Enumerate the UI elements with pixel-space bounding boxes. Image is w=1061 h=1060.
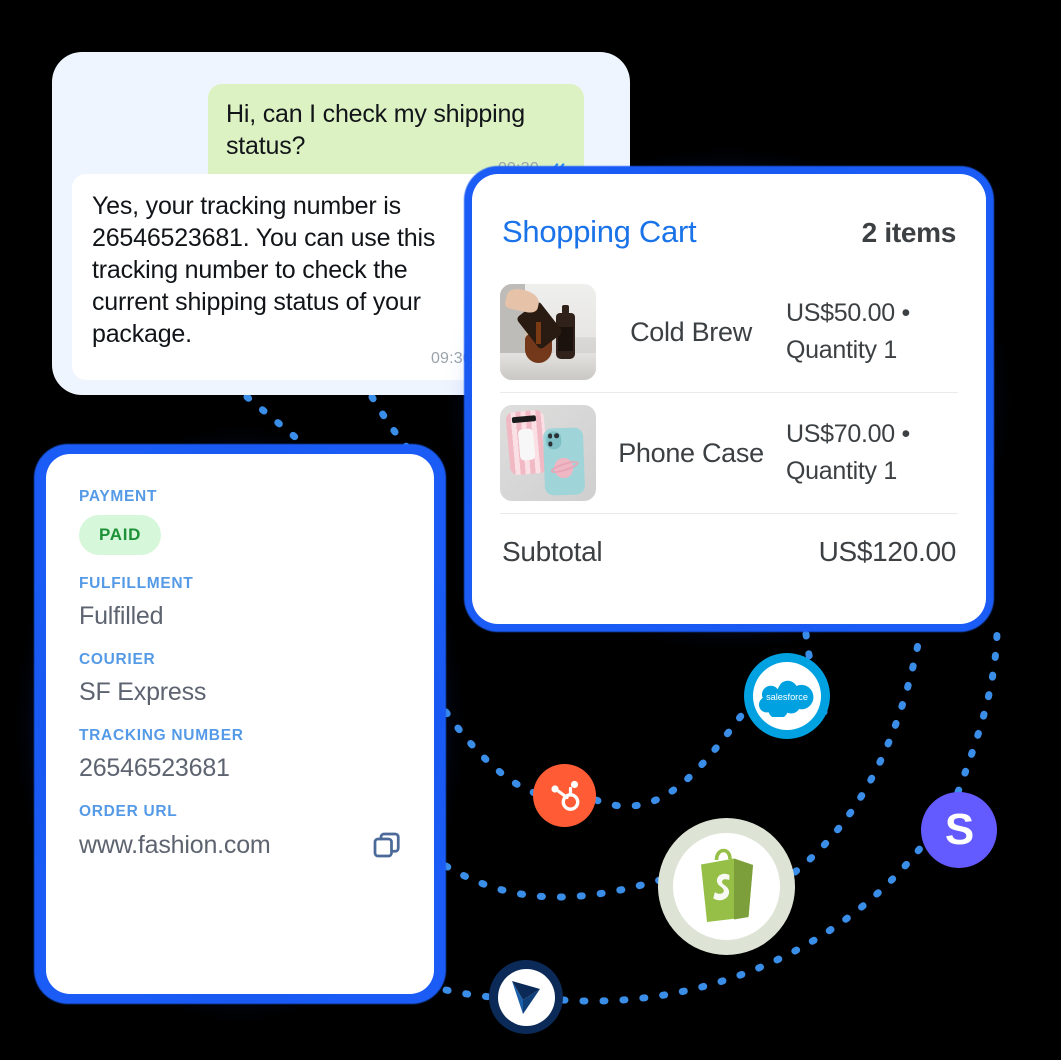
cart-item-price-quantity: US$50.00 • Quantity 1 [786, 295, 958, 369]
cart-item-quantity: Quantity 1 [786, 457, 897, 485]
cart-item-name: Cold Brew [630, 316, 752, 347]
dynamics-icon-wrap [497, 968, 555, 1026]
cart-subtotal-row: Subtotal US$120.00 [500, 514, 958, 568]
order-field-courier: COURIER SF Express [79, 651, 402, 707]
chat-bubble-incoming: Yes, your tracking number is 26546523681… [72, 174, 492, 380]
order-field-order-url: ORDER URL www.fashion.com [79, 803, 402, 860]
integration-badge-salesforce[interactable]: salesforce [744, 653, 830, 739]
stripe-letter-icon: S [944, 805, 974, 854]
cart-item-price: US$50.00 • [786, 299, 910, 327]
shopping-cart-card: Shopping Cart 2 items Cold Brew US$50.00… [472, 174, 986, 624]
integration-badge-shopify[interactable] [658, 818, 795, 955]
order-field-payment: PAYMENT PAID [79, 488, 402, 555]
cart-item-price-quantity: US$70.00 • Quantity 1 [786, 416, 958, 490]
order-details-card: PAYMENT PAID FULFILLMENT Fulfilled COURI… [46, 454, 434, 994]
order-url-row: www.fashion.com [79, 830, 402, 860]
line-order-to-hubspot [442, 708, 539, 797]
hubspot-icon [550, 780, 579, 811]
shopify-icon-wrap [673, 833, 780, 940]
order-field-label: ORDER URL [79, 803, 178, 820]
salesforce-icon: salesforce [753, 662, 821, 730]
order-field-value: 26546523681 [79, 754, 230, 782]
integration-badge-dynamics365[interactable] [489, 960, 563, 1034]
order-url-value[interactable]: www.fashion.com [79, 831, 271, 860]
chat-message-text: Yes, your tracking number is 26546523681… [92, 192, 436, 348]
order-field-value: SF Express [79, 678, 207, 706]
cart-subtotal-value: US$120.00 [818, 536, 957, 567]
order-field-fulfillment: FULFILLMENT Fulfilled [79, 575, 402, 631]
cart-item-quantity: Quantity 1 [786, 336, 897, 364]
shopping-cart-title: Shopping Cart [502, 214, 697, 249]
order-field-label: COURIER [79, 651, 156, 668]
order-field-label: PAYMENT [79, 488, 158, 505]
line-hubspot-to-salesforce [592, 708, 748, 810]
salesforce-cloud-icon: salesforce [759, 680, 814, 717]
order-field-value: Fulfilled [79, 602, 164, 630]
line-stripe-to-cart [954, 630, 1001, 796]
payment-status-badge: PAID [79, 515, 162, 555]
illustration-stage: Hi, can I check my shipping status? 09:3… [0, 0, 1061, 1060]
copy-icon[interactable] [372, 830, 402, 860]
dynamics-365-icon [512, 981, 540, 1014]
order-field-label: FULFILLMENT [79, 575, 194, 592]
shopping-cart-item-count: 2 items [861, 217, 957, 248]
line-order-to-shopify [442, 862, 664, 901]
cart-item-price: US$70.00 • [786, 420, 910, 448]
cart-item-row[interactable]: Cold Brew US$50.00 • Quantity 1 [500, 272, 958, 393]
cart-item-row[interactable]: Phone Case US$70.00 • Quantity 1 [500, 393, 958, 514]
order-field-tracking-number: TRACKING NUMBER 26546523681 [79, 727, 402, 783]
cold-brew-photo [500, 284, 596, 380]
order-field-label: TRACKING NUMBER [79, 727, 244, 744]
phone-case-photo [500, 405, 596, 501]
cart-subtotal-label: Subtotal [502, 536, 603, 567]
integration-badge-stripe[interactable]: S [921, 792, 997, 868]
shopping-cart-items: Cold Brew US$50.00 • Quantity 1 Phone Ca… [500, 272, 958, 514]
svg-text:salesforce: salesforce [766, 692, 808, 702]
shopping-cart-header: Shopping Cart 2 items [500, 214, 958, 250]
chat-message-meta: 09:30 [92, 350, 472, 368]
shopify-bag-icon [700, 848, 753, 922]
integration-badge-hubspot[interactable] [533, 764, 596, 827]
cart-item-name: Phone Case [618, 437, 764, 468]
